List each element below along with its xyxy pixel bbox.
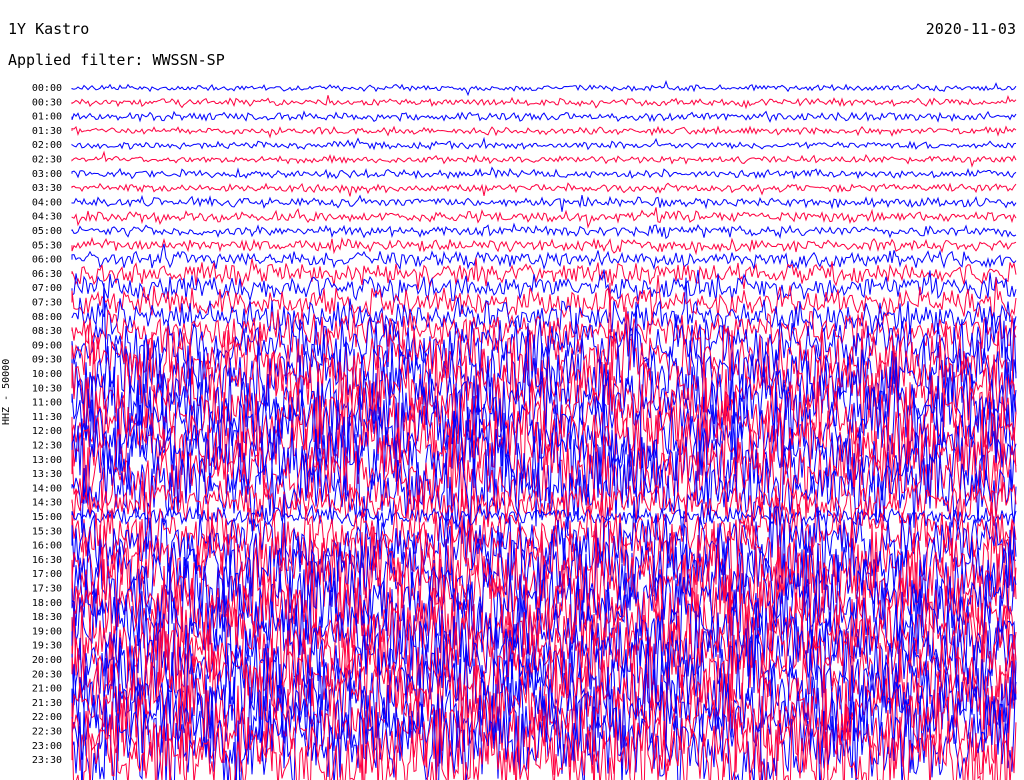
tick-label-1000: 10:00 [32, 369, 62, 380]
tick-label-2230: 22:30 [32, 727, 62, 738]
tick-label-0730: 07:30 [32, 298, 62, 309]
tick-label-1430: 14:30 [32, 498, 62, 509]
trace-0400 [71, 194, 1017, 212]
tick-label-1230: 12:30 [32, 441, 62, 452]
trace-0830 [71, 309, 1017, 353]
tick-label-0030: 00:30 [32, 97, 62, 108]
tick-label-1700: 17:00 [32, 569, 62, 580]
tick-label-0430: 04:30 [32, 212, 62, 223]
tick-label-1100: 11:00 [32, 398, 62, 409]
trace-0000 [71, 79, 1017, 97]
tick-label-0230: 02:30 [32, 155, 62, 166]
tick-label-0830: 08:30 [32, 326, 62, 337]
trace-0100 [71, 110, 1017, 123]
trace-0130 [71, 125, 1017, 139]
tick-label-0300: 03:00 [32, 169, 62, 180]
tick-label-1730: 17:30 [32, 584, 62, 595]
trace-0330 [71, 182, 1017, 197]
tick-label-2100: 21:00 [32, 684, 62, 695]
tick-label-2300: 23:00 [32, 741, 62, 752]
tick-label-1200: 12:00 [32, 426, 62, 437]
tick-label-0530: 05:30 [32, 240, 62, 251]
tick-label-0200: 02:00 [32, 140, 62, 151]
tick-label-1830: 18:30 [32, 612, 62, 623]
tick-label-1500: 15:00 [32, 512, 62, 523]
tick-label-0130: 01:30 [32, 126, 62, 137]
trace-0030 [71, 94, 1017, 110]
tick-label-1330: 13:30 [32, 469, 62, 480]
tick-label-2330: 23:30 [32, 755, 62, 766]
tick-label-0330: 03:30 [32, 183, 62, 194]
tick-label-1530: 15:30 [32, 526, 62, 537]
time-tick-labels: 00:00 00:30 01:00 01:30 02:00 02:30 03:00 03:30… [32, 83, 62, 766]
tick-label-2000: 20:00 [32, 655, 62, 666]
trace-0500 [71, 222, 1017, 240]
tick-label-0100: 01:00 [32, 112, 62, 123]
tick-label-1600: 16:00 [32, 541, 62, 552]
tick-label-0930: 09:30 [32, 355, 62, 366]
tick-label-0900: 09:00 [32, 340, 62, 351]
tick-label-1030: 10:30 [32, 383, 62, 394]
seismic-traces [71, 79, 1017, 780]
trace-0530 [71, 236, 1017, 256]
tick-label-1930: 19:30 [32, 641, 62, 652]
tick-label-0700: 07:00 [32, 283, 62, 294]
trace-0630 [71, 257, 1017, 290]
tick-label-0500: 05:00 [32, 226, 62, 237]
tick-label-0000: 00:00 [32, 83, 62, 94]
trace-0300 [71, 166, 1017, 180]
tick-label-0600: 06:00 [32, 255, 62, 266]
tick-label-2130: 21:30 [32, 698, 62, 709]
tick-label-0630: 06:30 [32, 269, 62, 280]
seismogram-plot: 00:00 00:30 01:00 01:30 02:00 02:30 03:00 03:30… [32, 79, 1017, 780]
trace-0200 [71, 136, 1017, 151]
tick-label-1400: 14:00 [32, 483, 62, 494]
trace-0430 [71, 207, 1017, 229]
tick-label-2200: 22:00 [32, 712, 62, 723]
tick-label-1300: 13:00 [32, 455, 62, 466]
tick-label-1900: 19:00 [32, 626, 62, 637]
tick-label-1630: 16:30 [32, 555, 62, 566]
tick-label-2030: 20:30 [32, 669, 62, 680]
tick-label-1130: 11:30 [32, 412, 62, 423]
tick-label-1800: 18:00 [32, 598, 62, 609]
tick-label-0400: 04:00 [32, 197, 62, 208]
tick-label-0800: 08:00 [32, 312, 62, 323]
trace-0230 [71, 150, 1017, 168]
